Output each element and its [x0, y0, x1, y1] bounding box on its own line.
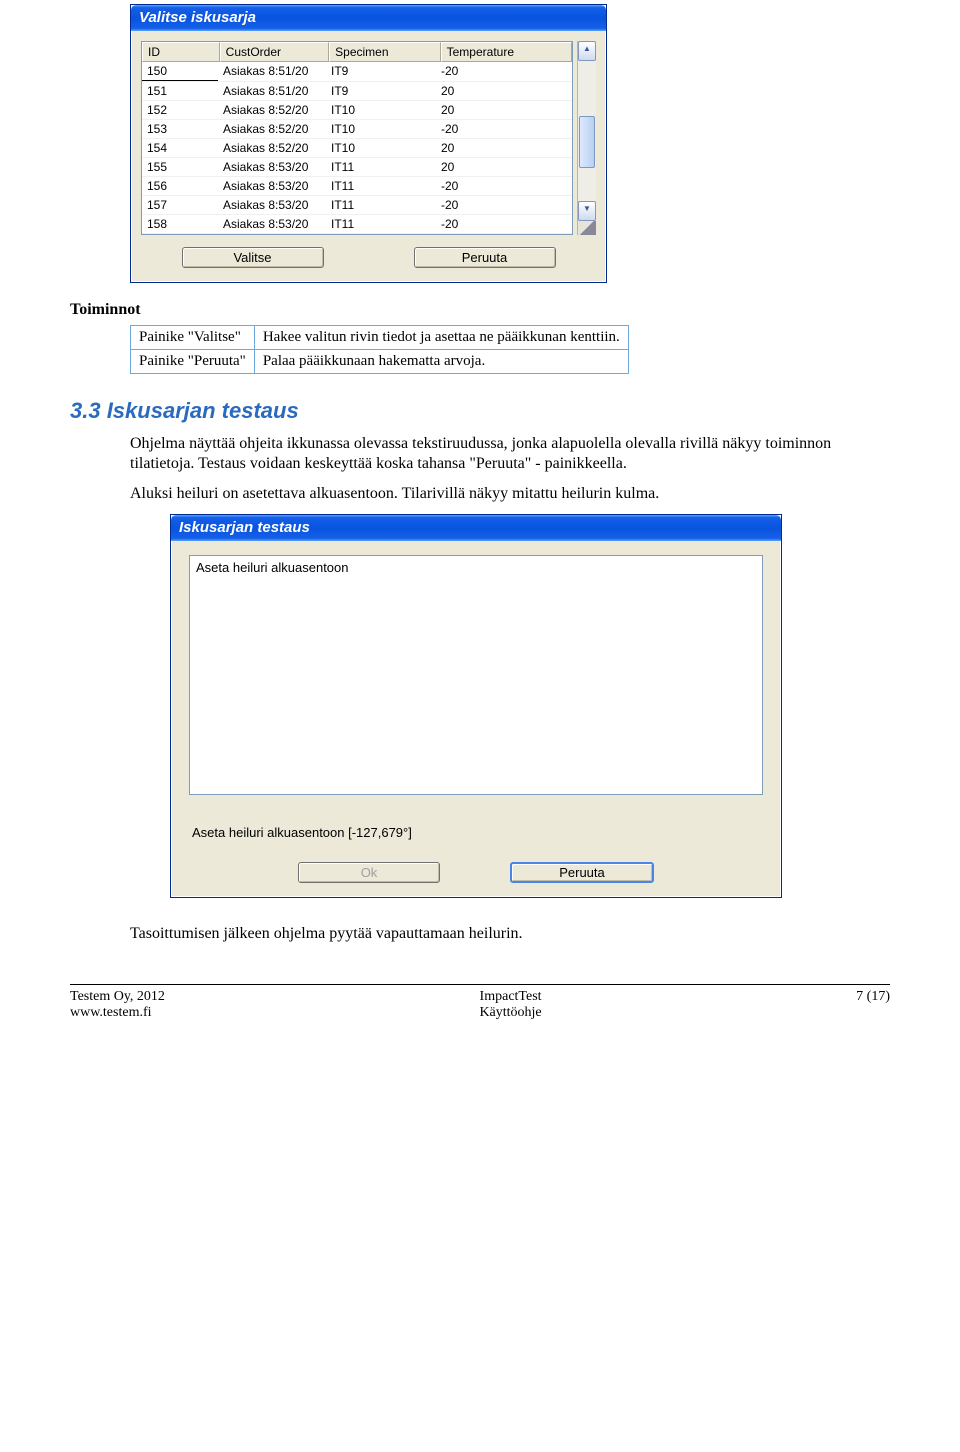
cell-temp: 20 — [436, 158, 566, 176]
cell-spec: IT10 — [326, 139, 436, 157]
footer-pagenum: 7 (17) — [856, 989, 890, 1021]
cell-cust: Asiakas 8:53/20 — [218, 177, 326, 195]
para-2: Aluksi heiluri on asetettava alkuasentoo… — [130, 484, 890, 504]
toiminnot-heading: Toiminnot — [70, 301, 890, 319]
cell-painike-peruuta: Painike "Peruuta" — [131, 350, 255, 374]
cell-temp: -20 — [436, 196, 566, 214]
cell-spec: IT9 — [326, 82, 436, 100]
table-row[interactable]: 156Asiakas 8:53/20IT11-20 — [142, 177, 572, 196]
status-line: Aseta heiluri alkuasentoon [-127,679°] — [192, 825, 763, 840]
cell-cust: Asiakas 8:53/20 — [218, 215, 326, 233]
valitse-iskusarja-dialog: Valitse iskusarja ID CustOrder Specimen … — [130, 4, 607, 283]
peruuta-button-2[interactable]: Peruuta — [510, 862, 654, 883]
footer-company: Testem Oy, 2012 — [70, 989, 165, 1005]
table-row[interactable]: 155Asiakas 8:53/20IT1120 — [142, 158, 572, 177]
table-row[interactable]: 158Asiakas 8:53/20IT11-20 — [142, 215, 572, 234]
cell-spec: IT11 — [326, 177, 436, 195]
cell-id: 157 — [142, 196, 218, 214]
cell-spec: IT11 — [326, 196, 436, 214]
table-row[interactable]: 151Asiakas 8:51/20IT920 — [142, 82, 572, 101]
cell-spec: IT10 — [326, 120, 436, 138]
cell-spec: IT11 — [326, 158, 436, 176]
cell-temp: -20 — [436, 62, 566, 81]
cell-id: 155 — [142, 158, 218, 176]
instructions-memo[interactable]: Aseta heiluri alkuasentoon — [189, 555, 763, 795]
table-row: Painike "Valitse" Hakee valitun rivin ti… — [131, 326, 629, 350]
cell-temp: 20 — [436, 101, 566, 119]
toiminnot-table: Painike "Valitse" Hakee valitun rivin ti… — [130, 325, 629, 374]
cell-id: 151 — [142, 82, 218, 100]
dialog-title: Valitse iskusarja — [131, 5, 606, 31]
cell-temp: -20 — [436, 215, 566, 233]
iskusarjan-testaus-dialog: Iskusarjan testaus Aseta heiluri alkuase… — [170, 514, 782, 898]
cell-temp: -20 — [436, 120, 566, 138]
cell-cust: Asiakas 8:51/20 — [218, 82, 326, 100]
cell-cust: Asiakas 8:53/20 — [218, 158, 326, 176]
para-3: Tasoittumisen jälkeen ohjelma pyytää vap… — [130, 924, 890, 944]
cell-spec: IT9 — [326, 62, 436, 81]
cell-spec: IT10 — [326, 101, 436, 119]
cell-id: 150 — [142, 62, 218, 81]
table-row[interactable]: 152Asiakas 8:52/20IT1020 — [142, 101, 572, 120]
cell-temp: 20 — [436, 139, 566, 157]
cell-temp: 20 — [436, 82, 566, 100]
col-header-custorder[interactable]: CustOrder — [220, 42, 329, 62]
cell-id: 153 — [142, 120, 218, 138]
section-heading: 3.3 Iskusarjan testaus — [70, 398, 890, 424]
cell-cust: Asiakas 8:51/20 — [218, 62, 326, 81]
table-row[interactable]: 150Asiakas 8:51/20IT9-20 — [142, 62, 572, 82]
cell-cust: Asiakas 8:52/20 — [218, 139, 326, 157]
cell-temp: -20 — [436, 177, 566, 195]
cell-id: 158 — [142, 215, 218, 233]
cell-cust: Asiakas 8:52/20 — [218, 120, 326, 138]
cell-painike-valitse: Painike "Valitse" — [131, 326, 255, 350]
cell-cust: Asiakas 8:53/20 — [218, 196, 326, 214]
dialog2-title: Iskusarjan testaus — [171, 515, 781, 541]
cell-cust: Asiakas 8:52/20 — [218, 101, 326, 119]
cell-spec: IT11 — [326, 215, 436, 233]
cell-peruuta-desc: Palaa pääikkunaan hakematta arvoja. — [254, 350, 628, 374]
para-1: Ohjelma näyttää ohjeita ikkunassa olevas… — [130, 434, 890, 474]
valitse-button[interactable]: Valitse — [182, 247, 324, 268]
cell-id: 154 — [142, 139, 218, 157]
listview-scrollbar[interactable]: ▲ ▼ — [577, 41, 596, 235]
cell-id: 152 — [142, 101, 218, 119]
col-header-temperature[interactable]: Temperature — [441, 42, 572, 62]
footer-appname: ImpactTest — [479, 989, 541, 1005]
table-row[interactable]: 153Asiakas 8:52/20IT10-20 — [142, 120, 572, 139]
table-row[interactable]: 154Asiakas 8:52/20IT1020 — [142, 139, 572, 158]
scroll-thumb[interactable] — [579, 116, 595, 168]
table-row: Painike "Peruuta" Palaa pääikkunaan hake… — [131, 350, 629, 374]
resize-grip-icon[interactable] — [578, 221, 596, 235]
footer-doctype: Käyttöohje — [479, 1005, 541, 1021]
table-row[interactable]: 157Asiakas 8:53/20IT11-20 — [142, 196, 572, 215]
scroll-down-icon[interactable]: ▼ — [578, 201, 596, 221]
col-header-id[interactable]: ID — [142, 42, 220, 62]
cell-id: 156 — [142, 177, 218, 195]
col-header-specimen[interactable]: Specimen — [329, 42, 440, 62]
peruuta-button[interactable]: Peruuta — [414, 247, 556, 268]
footer-url: www.testem.fi — [70, 1005, 165, 1021]
cell-valitse-desc: Hakee valitun rivin tiedot ja asettaa ne… — [254, 326, 628, 350]
iskusarja-listview[interactable]: ID CustOrder Specimen Temperature 150Asi… — [141, 41, 573, 235]
scroll-up-icon[interactable]: ▲ — [578, 41, 596, 61]
page-footer: Testem Oy, 2012 www.testem.fi ImpactTest… — [70, 984, 890, 1021]
ok-button: Ok — [298, 862, 440, 883]
